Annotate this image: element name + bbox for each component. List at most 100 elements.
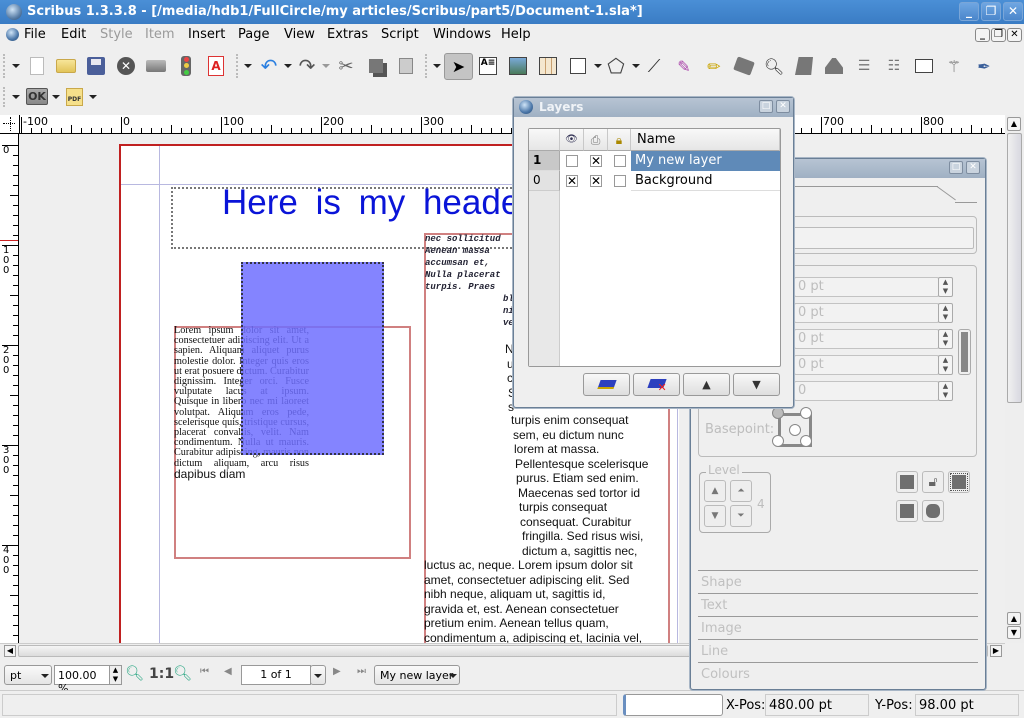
section-colours[interactable]: Colours [698,662,978,684]
menu-extras[interactable]: Extras [327,27,368,42]
export-pdf-icon[interactable]: A [204,54,228,78]
shape-icon[interactable] [566,54,590,78]
mdi-minimize-button[interactable]: _ [975,28,990,42]
shape-edit-button[interactable] [922,500,944,522]
raise-to-top-button[interactable]: ⏶ [730,480,752,502]
ok-menu-arrow[interactable] [52,95,60,99]
layer-name[interactable]: Background [631,171,780,191]
rectangle-shape[interactable] [241,262,384,455]
page-select-arrow[interactable] [310,665,326,685]
freehand-icon[interactable]: ✏ [702,54,726,78]
layer-lock-checkbox[interactable] [614,175,626,187]
menu-view[interactable]: View [284,27,315,42]
paste-icon[interactable] [394,54,418,78]
layers-float-button[interactable]: □ [759,100,773,113]
menu-page[interactable]: Page [238,27,269,42]
vertical-scrollbar[interactable]: ▲ ▲ ▼ [1005,115,1024,643]
scroll-right-button[interactable]: ▶ [990,645,1002,657]
layers-titlebar[interactable]: Layers □ ✕ [514,98,793,117]
scroll-page-down-button[interactable]: ▼ [1007,626,1021,639]
print-column-printer-icon[interactable]: ⎙ [584,129,608,151]
menu-insert[interactable]: Insert [188,27,225,42]
close-button[interactable]: ✕ [1003,2,1023,21]
save-icon[interactable] [84,54,108,78]
eyedropper-icon[interactable]: ✒ [972,54,996,78]
width-spin-buttons[interactable]: ▲ ▼ [938,329,953,349]
lock-position-button[interactable] [896,471,918,493]
basepoint-top-right[interactable] [800,407,812,419]
lock-icon-button[interactable]: 🔓︎ [922,471,944,493]
toolbar-menu-arrow[interactable] [244,64,252,68]
link-frames-icon[interactable]: ☰ [852,54,876,78]
edit-text-icon[interactable] [822,54,846,78]
layer-row-number[interactable]: 1 [529,151,560,171]
ypos-spin[interactable]: 0 pt [794,303,939,323]
basepoint-top-left[interactable] [772,407,784,419]
lower-level-button[interactable]: ▼ [704,505,726,527]
last-page-icon[interactable]: ⏭ [357,666,366,677]
preflight-ok-button[interactable]: OK [26,88,48,105]
pdf-menu-arrow[interactable] [89,95,97,99]
zoom-spinner[interactable]: ▲ ▼ [109,665,122,685]
mdi-close-button[interactable]: ✕ [1007,28,1022,42]
unit-select[interactable]: pt [4,665,52,685]
ypos-spin-buttons[interactable]: ▲ ▼ [938,303,953,323]
rotation-spin-buttons[interactable]: ▲ ▼ [938,381,953,401]
name-column-header[interactable]: Name [631,129,780,151]
basepoint-selector[interactable] [772,407,812,447]
layer-visible-checkbox[interactable] [566,155,578,167]
zoom-in-icon[interactable]: 🔍︎ [173,664,192,682]
keep-ratio-toggle[interactable] [958,329,971,375]
zoom-one-to-one-button[interactable]: 1:1 [149,666,174,682]
edit-contents-icon[interactable] [792,54,816,78]
layer-lock-checkbox[interactable] [614,155,626,167]
scroll-left-button[interactable]: ◀ [4,645,16,657]
section-image[interactable]: Image [698,616,978,638]
visible-column-eye-icon[interactable]: 👁︎ [560,129,584,151]
xpos-spin-buttons[interactable]: ▲ ▼ [938,277,953,297]
lower-to-bottom-button[interactable]: ⏷ [730,505,752,527]
lower-layer-button[interactable]: ▼ [733,373,780,396]
layer-visible-checkbox[interactable]: ✕ [566,175,578,187]
menu-windows[interactable]: Windows [433,27,491,42]
menu-help[interactable]: Help [501,27,531,42]
basepoint-bottom-right[interactable] [800,435,812,447]
maximize-button[interactable]: ❐ [981,2,1001,21]
rotation-spin[interactable]: 0 [794,381,939,401]
layer-print-checkbox[interactable]: ✕ [590,175,602,187]
redo-icon[interactable]: ↷ [295,54,319,78]
cut-icon[interactable]: ✂ [334,54,358,78]
new-document-icon[interactable] [25,54,49,78]
lock-column-lock-icon[interactable]: 🔒︎ [608,129,631,151]
next-page-icon[interactable]: ▶ [333,666,341,677]
vertical-scroll-thumb[interactable] [1007,133,1022,403]
bezier-icon[interactable]: ✎ [672,54,696,78]
toolbar-grip[interactable] [236,54,240,78]
menu-edit[interactable]: Edit [61,27,86,42]
print-icon[interactable] [144,54,168,78]
raise-level-button[interactable]: ▲ [704,480,726,502]
scroll-up-button[interactable]: ▲ [1007,117,1021,131]
toolbar-menu-arrow[interactable] [12,95,20,99]
layer-row-number[interactable]: 0 [529,171,560,191]
no-resize-button[interactable] [948,471,970,493]
toolbar-grip[interactable] [425,54,429,78]
height-spin-buttons[interactable]: ▲ ▼ [938,355,953,375]
ruler-corner[interactable] [0,115,20,134]
polygon-icon[interactable]: ⬠ [604,54,628,78]
copy-icon[interactable] [364,54,388,78]
xpos-spin[interactable]: 0 pt [794,277,939,297]
raise-layer-button[interactable]: ▲ [683,373,730,396]
toolbar-menu-arrow[interactable] [433,64,441,68]
properties-close-button[interactable]: ✕ [966,161,980,174]
undo-history-arrow[interactable] [284,64,292,68]
toolbar-menu-arrow[interactable] [12,64,20,68]
flip-button[interactable] [896,500,918,522]
basepoint-center[interactable] [789,424,801,436]
copy-properties-wand-icon[interactable]: ⚚ [942,54,966,78]
toolbar-grip[interactable] [3,54,7,78]
menu-file[interactable]: File [24,27,46,42]
toolbar-grip[interactable] [3,87,7,107]
select-tool-icon[interactable]: ➤ [444,53,473,80]
properties-float-button[interactable]: □ [949,161,963,174]
